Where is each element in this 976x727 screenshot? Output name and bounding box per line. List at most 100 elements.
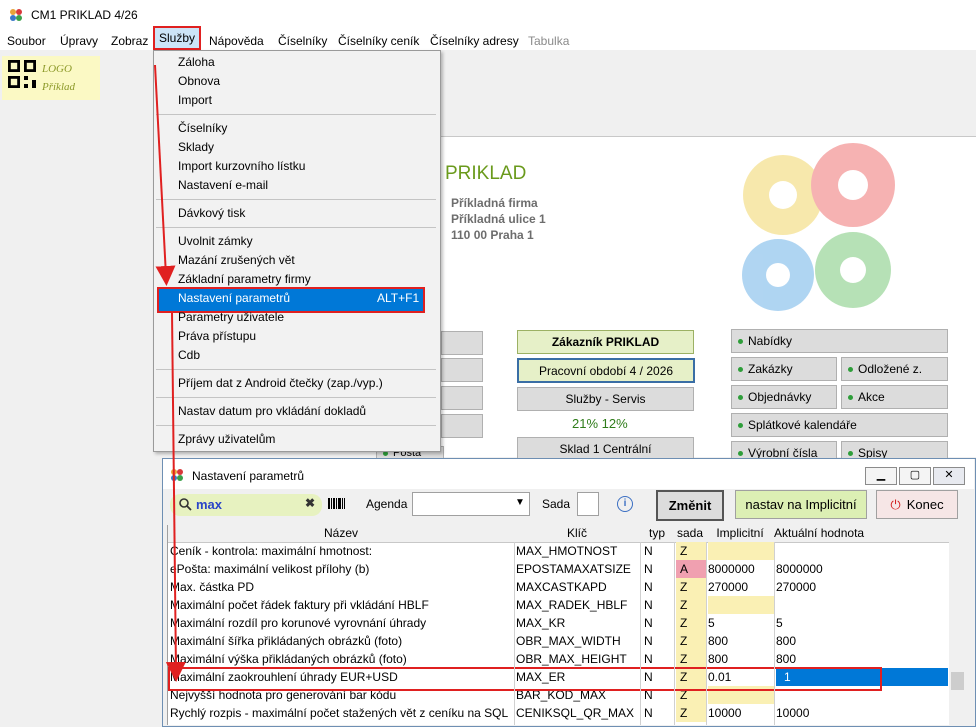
menu-item-ciselniky[interactable]: Číselníky (178, 121, 227, 135)
set-implicit-button[interactable]: nastav na Implicitní (735, 490, 867, 519)
menu-ciselniky[interactable]: Číselníky (278, 34, 327, 48)
period-button[interactable]: Pracovní období 4 / 2026 (517, 358, 695, 383)
cell-akt[interactable] (776, 596, 948, 614)
qr-code-icon (8, 60, 36, 88)
menu-item-nastav-datum[interactable]: Nastav datum pro vkládání dokladů (178, 404, 366, 418)
logo-line-2: Příklad (42, 81, 75, 93)
barcode-icon[interactable] (328, 498, 345, 509)
quick-odlozene[interactable]: Odložené z. (841, 357, 948, 381)
vertical-scrollbar[interactable] (949, 525, 966, 725)
company-address-line-3: 110 00 Praha 1 (451, 228, 534, 242)
menu-separator (156, 397, 436, 398)
cell-akt[interactable]: 10000 (776, 704, 948, 722)
cell-impl: 270000 (708, 580, 749, 594)
warehouse-button[interactable]: Sklad 1 Centrální (517, 437, 694, 459)
end-button[interactable]: ⏻ Konec (876, 490, 958, 519)
info-icon[interactable]: i (617, 496, 633, 512)
col-header-typ[interactable]: typ (640, 526, 674, 542)
bullet-icon (738, 339, 743, 345)
table-row[interactable]: Maximální rozdíl pro korunové vyrovnání … (168, 614, 948, 632)
quick-objednavky[interactable]: Objednávky (731, 385, 837, 409)
menu-napoveda[interactable]: Nápověda (209, 34, 264, 48)
cell-name: Rychlý rozpis - maximální počet staženýc… (170, 706, 509, 720)
menu-item-uvolnit-zamky[interactable]: Uvolnit zámky (178, 234, 253, 248)
change-button[interactable]: Změnit (656, 490, 724, 521)
table-row[interactable]: Maximální počet řádek faktury při vkládá… (168, 596, 948, 614)
menu-ciselniky-cenik[interactable]: Číselníky ceník (338, 34, 419, 48)
cell-akt[interactable]: 800 (776, 650, 948, 668)
menu-soubor[interactable]: Soubor (7, 34, 46, 48)
maximize-button[interactable]: ▢ (899, 467, 931, 485)
search-input[interactable] (170, 494, 322, 516)
cell-akt[interactable]: 8000000 (776, 560, 948, 578)
quick-nabidky[interactable]: Nabídky (731, 329, 948, 353)
power-icon: ⏻ (890, 497, 901, 512)
cell-akt[interactable]: 800 (776, 632, 948, 650)
cell-name: Max. částka PD (170, 580, 255, 594)
sada-input[interactable] (577, 492, 599, 516)
cell-akt[interactable] (776, 542, 948, 560)
agenda-select[interactable] (412, 492, 530, 516)
menu-item-davkovy-tisk[interactable]: Dávkový tisk (178, 206, 245, 220)
cell-akt[interactable]: 270000 (776, 578, 948, 596)
panel-left-button[interactable] (441, 331, 483, 355)
panel-left-button[interactable] (441, 386, 483, 410)
menu-item-prava-pristupu[interactable]: Práva přístupu (178, 329, 256, 343)
close-button[interactable]: ✕ (933, 467, 965, 485)
menu-item-mazani[interactable]: Mazání zrušených vět (178, 253, 295, 267)
menu-item-sklady[interactable]: Sklady (178, 140, 214, 154)
menu-ciselniky-adresy[interactable]: Číselníky adresy (430, 34, 519, 48)
col-header-implicitni[interactable]: Implicitní (706, 526, 774, 542)
menu-zobraz[interactable]: Zobraz (111, 34, 148, 48)
menu-item-cdb[interactable]: Cdb (178, 348, 200, 362)
dialog-title: Nastavení parametrů (192, 469, 305, 483)
menu-item-import[interactable]: Import (178, 93, 212, 107)
scrollbar-thumb[interactable] (951, 672, 964, 690)
cell-akt[interactable]: 5 (776, 614, 948, 632)
col-header-nazev[interactable]: Název (168, 526, 514, 542)
menu-item-parametry-uzivatele[interactable]: Parametry uživatele (178, 310, 284, 324)
menu-upravy[interactable]: Úpravy (60, 34, 98, 48)
menu-item-zaloha[interactable]: Záloha (178, 55, 215, 69)
cell-impl: 8000000 (708, 562, 755, 576)
menu-item-zakladni-parametry[interactable]: Základní parametry firmy (178, 272, 311, 286)
quick-spisy[interactable]: Spisy (841, 441, 948, 459)
col-header-aktualni[interactable]: Aktuální hodnota (774, 526, 874, 542)
minimize-button[interactable]: ▁ (865, 467, 897, 485)
services-button[interactable]: Služby - Servis (517, 387, 694, 411)
clear-search-icon[interactable]: ✖ (305, 496, 315, 510)
table-row[interactable]: Maximální výška přikládaných obrázků (fo… (168, 650, 948, 668)
quick-vyrobni-cisla[interactable]: Výrobní čísla (731, 441, 837, 459)
search-value: max (196, 497, 223, 512)
menu-item-zpravy[interactable]: Zprávy uživatelům (178, 432, 275, 446)
menu-item-android[interactable]: Příjem dat z Android čtečky (zap./vyp.) (178, 376, 383, 390)
col-header-sada[interactable]: sada (674, 526, 706, 542)
quick-label: Zakázky (748, 362, 793, 376)
gears-illustration (742, 143, 895, 311)
menu-item-nastaveni-email[interactable]: Nastavení e-mail (178, 178, 268, 192)
quick-zakazky[interactable]: Zakázky (731, 357, 837, 381)
table-row[interactable]: Maximální šířka přikládaných obrázků (fo… (168, 632, 948, 650)
cell-name: Maximální počet řádek faktury při vkládá… (170, 598, 429, 612)
col-header-klic[interactable]: Klíč (514, 526, 640, 542)
table-row[interactable]: ePošta: maximální velikost přílohy (b) EP… (168, 560, 948, 578)
table-row[interactable]: Ceník - kontrola: maximální hmotnost: MAX… (168, 542, 948, 560)
cell-sada: Z (676, 650, 706, 668)
cell-typ: N (644, 616, 653, 630)
menu-tabulka[interactable]: Tabulka (528, 34, 569, 48)
menu-item-obnova[interactable]: Obnova (178, 74, 220, 88)
cell-typ: N (644, 562, 653, 576)
menu-item-import-kurzu[interactable]: Import kurzovního lístku (178, 159, 305, 173)
table-row[interactable]: Max. částka PD MAXCASTKAPD N Z 270000 270000 (168, 578, 948, 596)
menu-sluzby[interactable]: Služby (153, 26, 202, 50)
quick-splatkove[interactable]: Splátkové kalendáře (731, 413, 948, 437)
bullet-icon (738, 451, 743, 457)
agenda-label: Agenda (366, 497, 408, 511)
table-row[interactable]: Rychlý rozpis - maximální počet staženýc… (168, 704, 948, 722)
customer-button[interactable]: Zákazník PRIKLAD (517, 330, 694, 354)
search-icon (179, 498, 192, 511)
panel-left-button[interactable] (441, 414, 483, 438)
panel-left-button[interactable] (441, 358, 483, 382)
chevron-down-icon[interactable]: ▼ (515, 497, 525, 508)
quick-akce[interactable]: Akce (841, 385, 948, 409)
